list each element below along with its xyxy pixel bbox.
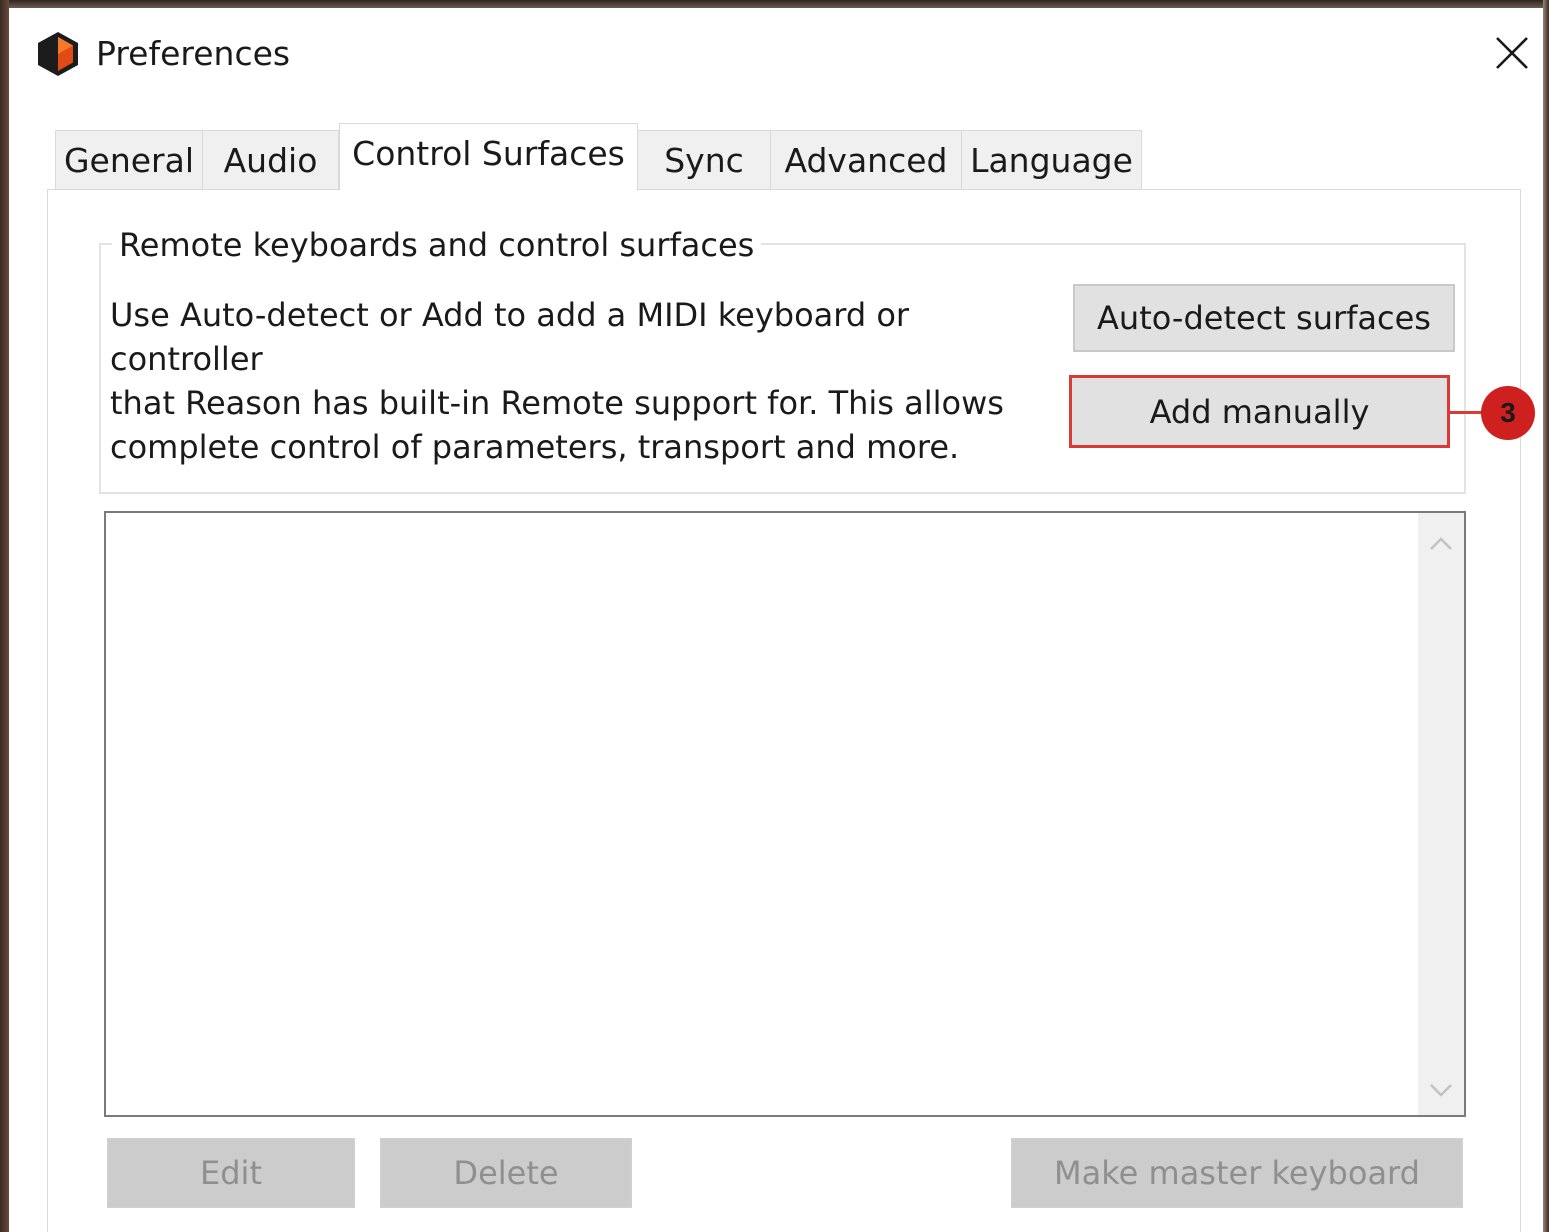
reason-app-icon	[37, 31, 79, 77]
callout-number-badge: 3	[1481, 386, 1535, 440]
close-icon	[1496, 37, 1528, 69]
window-edge-right	[1543, 0, 1549, 1232]
close-button[interactable]	[1487, 28, 1537, 78]
tab-audio[interactable]: Audio	[202, 130, 339, 190]
groupbox-description: Use Auto-detect or Add to add a MIDI key…	[110, 293, 1055, 469]
add-manually-button[interactable]: Add manually	[1069, 375, 1450, 448]
description-line: that Reason has built-in Remote support …	[110, 384, 1004, 422]
tab-sync[interactable]: Sync	[637, 130, 771, 190]
description-line: Use Auto-detect or Add to add a MIDI key…	[110, 296, 910, 378]
auto-detect-surfaces-button[interactable]: Auto-detect surfaces	[1073, 284, 1455, 352]
chevron-up-icon	[1430, 537, 1452, 550]
chevron-down-icon	[1430, 1084, 1452, 1097]
title-bar: Preferences	[9, 8, 1543, 100]
description-line: complete control of parameters, transpor…	[110, 428, 960, 466]
tab-advanced[interactable]: Advanced	[770, 130, 962, 190]
window-title: Preferences	[96, 34, 291, 73]
window-edge-top	[0, 0, 1549, 8]
vertical-scrollbar[interactable]	[1418, 513, 1464, 1115]
tab-control-surfaces[interactable]: Control Surfaces	[339, 123, 638, 191]
scroll-down-button[interactable]	[1418, 1067, 1464, 1113]
tab-language[interactable]: Language	[961, 130, 1142, 190]
preferences-dialog: Preferences General Audio Sync Advanced …	[0, 0, 1549, 1232]
delete-button[interactable]: Delete	[380, 1138, 632, 1208]
groupbox-title: Remote keyboards and control surfaces	[112, 224, 762, 266]
scroll-up-button[interactable]	[1418, 521, 1464, 567]
edit-button[interactable]: Edit	[107, 1138, 355, 1208]
control-surfaces-list[interactable]	[104, 511, 1466, 1117]
window-edge-left	[0, 0, 9, 1232]
callout-connector	[1448, 411, 1484, 414]
tab-general[interactable]: General	[55, 130, 203, 190]
make-master-keyboard-button[interactable]: Make master keyboard	[1011, 1138, 1463, 1208]
